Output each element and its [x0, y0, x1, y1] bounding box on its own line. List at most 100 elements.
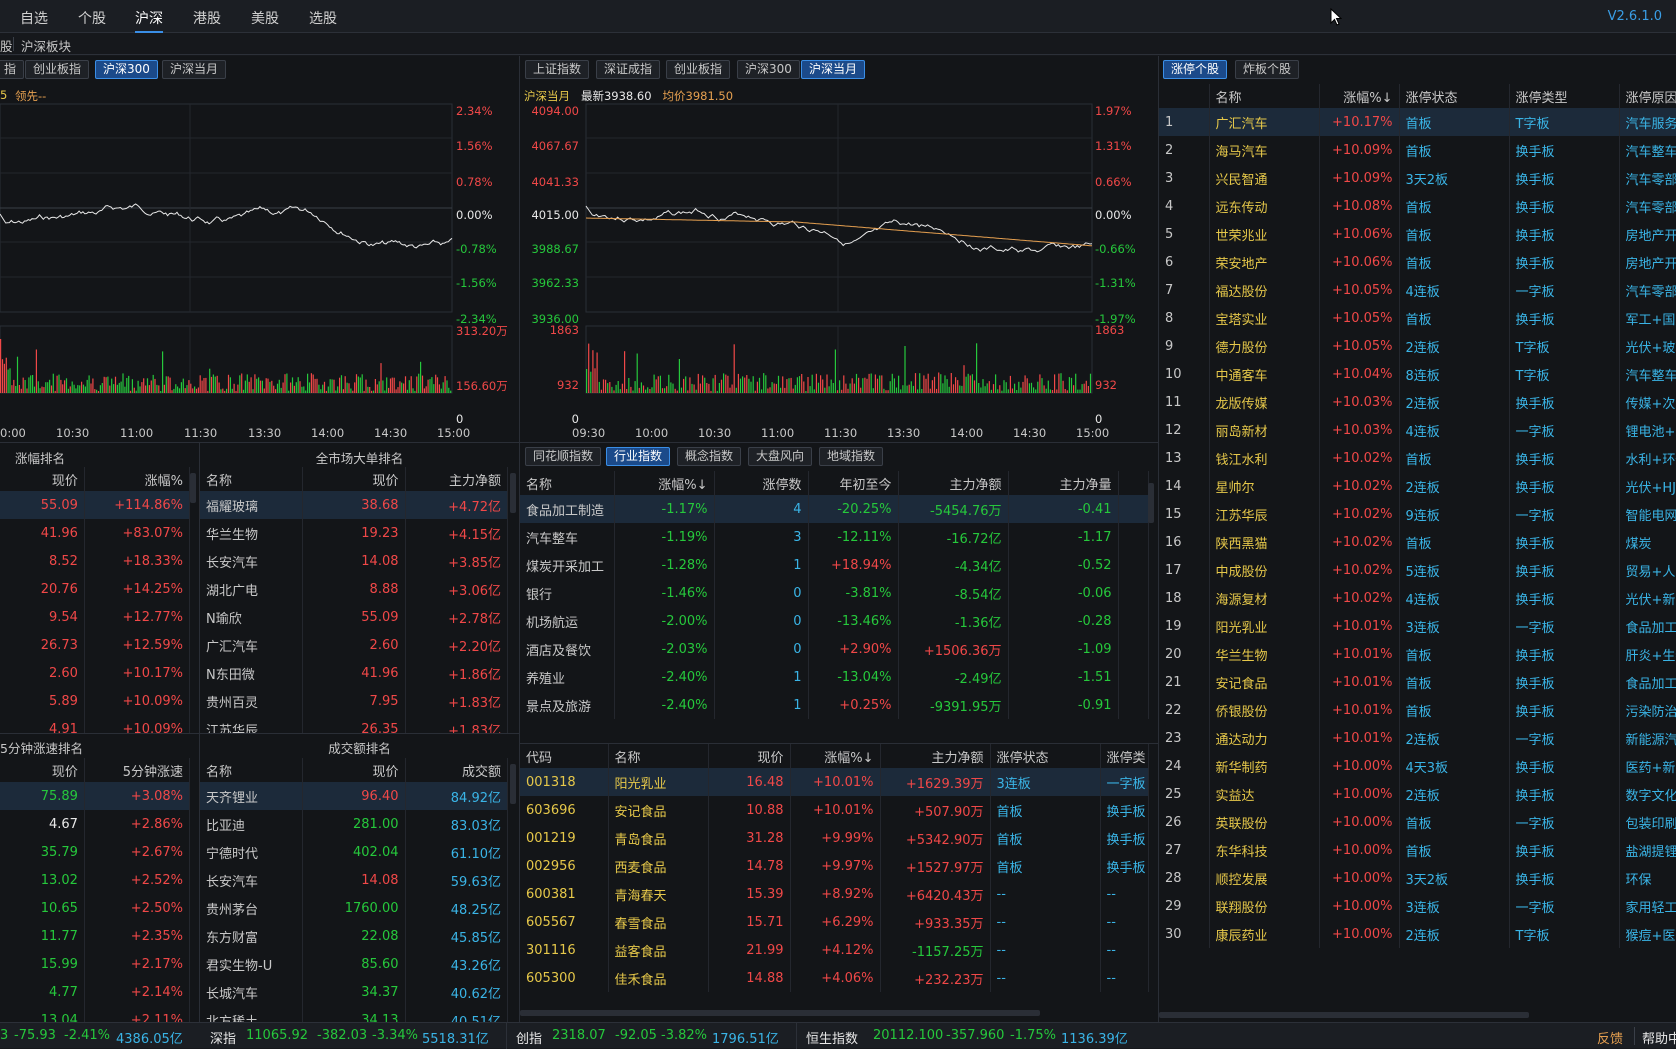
feedback-link[interactable]: 反馈: [1597, 1028, 1623, 1047]
table-row[interactable]: N瑜欣 55.09 +2.78亿: [200, 603, 508, 631]
tab-left-csi300[interactable]: 沪深300: [95, 60, 158, 79]
table-row[interactable]: 北方稀土 34.13 40.51亿: [200, 1006, 508, 1022]
table-row[interactable]: 27 东华科技 +10.00% 首板 换手板 盐湖提锂: [1159, 836, 1676, 864]
table-row[interactable]: 银行 -1.46% 0 -3.81% -8.54亿 -0.06: [520, 579, 1149, 607]
table-row[interactable]: 比亚迪 281.00 83.03亿: [200, 810, 508, 838]
table-row[interactable]: 福耀玻璃 38.68 +4.72亿: [200, 491, 508, 519]
col-header[interactable]: 现价: [708, 744, 791, 768]
table-row[interactable]: 20 华兰生物 +10.01% 首板 换手板 肝炎+生物: [1159, 640, 1676, 668]
table-row[interactable]: 湖北广电 8.88 +3.06亿: [200, 575, 508, 603]
nav-hk[interactable]: 港股: [193, 8, 221, 28]
chinext-name[interactable]: 创指: [516, 1028, 542, 1047]
col-header[interactable]: 代码: [520, 744, 609, 768]
table-row[interactable]: 19 阳光乳业 +10.01% 3连板 一字板 食品加工: [1159, 612, 1676, 640]
col-header[interactable]: 名称: [520, 471, 615, 495]
col-header[interactable]: 主力净量: [1008, 471, 1119, 495]
table-row[interactable]: 4.91 +10.09%: [0, 715, 191, 733]
scrollbar[interactable]: [510, 473, 516, 513]
table-row[interactable]: 18 海源复材 +10.02% 4连板 换手板 光伏+新能: [1159, 584, 1676, 612]
table-row[interactable]: 41.96 +83.07%: [0, 519, 191, 547]
nav-screener[interactable]: 选股: [309, 8, 337, 28]
table-row[interactable]: 11 龙版传媒 +10.03% 2连板 换手板 传媒+次新: [1159, 388, 1676, 416]
nav-watchlist[interactable]: 自选: [20, 8, 48, 28]
table-row[interactable]: 9.54 +12.77%: [0, 603, 191, 631]
table-row[interactable]: 16 陕西黑猫 +10.02% 首板 换手板 煤炭: [1159, 528, 1676, 556]
col-header[interactable]: 涨停类型: [1509, 84, 1620, 108]
table-row[interactable]: 35.79 +2.67%: [0, 838, 191, 866]
table-row[interactable]: 宁德时代 402.04 61.10亿: [200, 838, 508, 866]
hsi-name[interactable]: 恒生指数: [806, 1028, 858, 1047]
table-row[interactable]: 9 德力股份 +10.05% 2连板 T字板 光伏+玻璃: [1159, 332, 1676, 360]
table-row[interactable]: 食品加工制造 -1.17% 4 -20.25% -5454.76万 -0.41: [520, 495, 1149, 523]
tab-month[interactable]: 沪深当月: [801, 60, 866, 79]
table-row[interactable]: 605567 春雪食品 15.71 +6.29% +933.35万 -- --: [520, 908, 1149, 936]
table-row[interactable]: 21 安记食品 +10.01% 首板 换手板 食品加工: [1159, 668, 1676, 696]
table-row[interactable]: 贵州百灵 7.95 +1.83亿: [200, 687, 508, 715]
table-row[interactable]: 3 兴民智通 +10.09% 3天2板 换手板 汽车零部: [1159, 164, 1676, 192]
table-row[interactable]: 长安汽车 14.08 59.63亿: [200, 866, 508, 894]
nav-shsz[interactable]: 沪深: [135, 8, 163, 33]
table-row[interactable]: 29 联翔股份 +10.00% 3连板 一字板 家用轻工: [1159, 892, 1676, 920]
table-row[interactable]: 603696 安记食品 10.88 +10.01% +507.90万 首板 换手…: [520, 796, 1149, 824]
tab-left-month[interactable]: 沪深当月: [162, 60, 227, 79]
table-row[interactable]: 东方财富 22.08 45.85亿: [200, 922, 508, 950]
scrollbar[interactable]: [1148, 483, 1154, 523]
tab-csi300[interactable]: 沪深300: [737, 60, 800, 79]
table-row[interactable]: 机场航运 -2.00% 0 -13.46% -1.36亿 -0.28: [520, 607, 1149, 635]
table-row[interactable]: 8 宝塔实业 +10.05% 首板 换手板 军工+国产: [1159, 304, 1676, 332]
table-row[interactable]: 301116 益客食品 21.99 +4.12% -1157.25万 -- --: [520, 936, 1149, 964]
sz-index-name[interactable]: 深指: [210, 1028, 236, 1047]
table-row[interactable]: 8.52 +18.33%: [0, 547, 191, 575]
table-row[interactable]: 600381 青海春天 15.39 +8.92% +6420.43万 -- --: [520, 880, 1149, 908]
table-row[interactable]: 2.60 +10.17%: [0, 659, 191, 687]
table-row[interactable]: 001219 青岛食品 31.28 +9.99% +5342.90万 首板 换手…: [520, 824, 1149, 852]
table-row[interactable]: 28 顺控发展 +10.00% 3天2板 换手板 环保: [1159, 864, 1676, 892]
table-row[interactable]: 24 新华制药 +10.00% 4天3板 换手板 医药+新冠: [1159, 752, 1676, 780]
col-header[interactable]: 名称: [1209, 84, 1320, 108]
tab-concept-index[interactable]: 概念指数: [677, 447, 742, 466]
tab-limitup[interactable]: 涨停个股: [1163, 60, 1228, 79]
table-row[interactable]: 长安汽车 14.08 +3.85亿: [200, 547, 508, 575]
table-row[interactable]: 贵州茅台 1760.00 48.25亿: [200, 894, 508, 922]
tab-sh-index[interactable]: 上证指数: [525, 60, 590, 79]
col-header[interactable]: 涨幅%↓: [1319, 84, 1400, 108]
tab-ths-index[interactable]: 同花顺指数: [525, 447, 602, 466]
table-row[interactable]: 15 江苏华辰 +10.02% 9连板 一字板 智能电网: [1159, 500, 1676, 528]
col-header[interactable]: 涨停原因: [1619, 84, 1676, 108]
tab-sz-index[interactable]: 深证成指: [596, 60, 661, 79]
col-header[interactable]: 涨幅%↓: [790, 744, 881, 768]
table-row[interactable]: 30 康辰药业 +10.00% 2连板 T字板 猴痘+医药: [1159, 920, 1676, 948]
tab-chinext[interactable]: 创业板指: [666, 60, 731, 79]
table-row[interactable]: 广汇汽车 2.60 +2.20亿: [200, 631, 508, 659]
help-link[interactable]: 帮助中: [1642, 1028, 1676, 1047]
table-row[interactable]: 14 星帅尔 +10.02% 2连板 换手板 光伏+HJT: [1159, 472, 1676, 500]
table-row[interactable]: 酒店及餐饮 -2.03% 0 +2.90% +1506.36万 -1.09: [520, 635, 1149, 663]
table-row[interactable]: 4 远东传动 +10.08% 首板 换手板 汽车零部: [1159, 192, 1676, 220]
table-row[interactable]: 75.89 +3.08%: [0, 782, 191, 810]
table-row[interactable]: 江苏华辰 26.35 +1.83亿: [200, 715, 508, 733]
table-row[interactable]: 11.77 +2.35%: [0, 922, 191, 950]
table-row[interactable]: 17 中成股份 +10.02% 5连板 换手板 贸易+人民: [1159, 556, 1676, 584]
table-row[interactable]: 5.89 +10.09%: [0, 687, 191, 715]
scrollbar[interactable]: [190, 473, 196, 503]
table-row[interactable]: 4.67 +2.86%: [0, 810, 191, 838]
col-header[interactable]: 涨幅%↓: [614, 471, 715, 495]
table-row[interactable]: 君实生物-U 85.60 43.26亿: [200, 950, 508, 978]
table-row[interactable]: 1 广汇汽车 +10.17% 首板 T字板 汽车服务: [1159, 108, 1676, 136]
tab-left-index[interactable]: 指: [0, 60, 25, 79]
table-row[interactable]: 长城汽车 34.37 40.62亿: [200, 978, 508, 1006]
table-row[interactable]: 26 英联股份 +10.00% 首板 一字板 包装印刷: [1159, 808, 1676, 836]
table-row[interactable]: 13.04 +2.11%: [0, 1006, 191, 1022]
table-row[interactable]: 6 荣安地产 +10.06% 首板 换手板 房地产开: [1159, 248, 1676, 276]
table-row[interactable]: 景点及旅游 -2.40% 1 +0.25% -9391.95万 -0.91: [520, 691, 1149, 719]
table-row[interactable]: 10.65 +2.50%: [0, 894, 191, 922]
table-row[interactable]: 25 实益达 +10.00% 2连板 换手板 数字文化: [1159, 780, 1676, 808]
tab-market-wind[interactable]: 大盘风向: [748, 447, 813, 466]
col-header[interactable]: 涨停类: [1100, 744, 1149, 768]
table-row[interactable]: 5 世荣兆业 +10.06% 首板 换手板 房地产开: [1159, 220, 1676, 248]
table-row[interactable]: 7 福达股份 +10.05% 4连板 一字板 汽车零部: [1159, 276, 1676, 304]
tab-industry-index[interactable]: 行业指数: [606, 447, 671, 466]
table-row[interactable]: 12 丽岛新材 +10.03% 4连板 一字板 锂电池+有: [1159, 416, 1676, 444]
table-row[interactable]: 22 侨银股份 +10.01% 首板 换手板 污染防治: [1159, 696, 1676, 724]
col-header[interactable]: 主力净额: [898, 471, 1009, 495]
